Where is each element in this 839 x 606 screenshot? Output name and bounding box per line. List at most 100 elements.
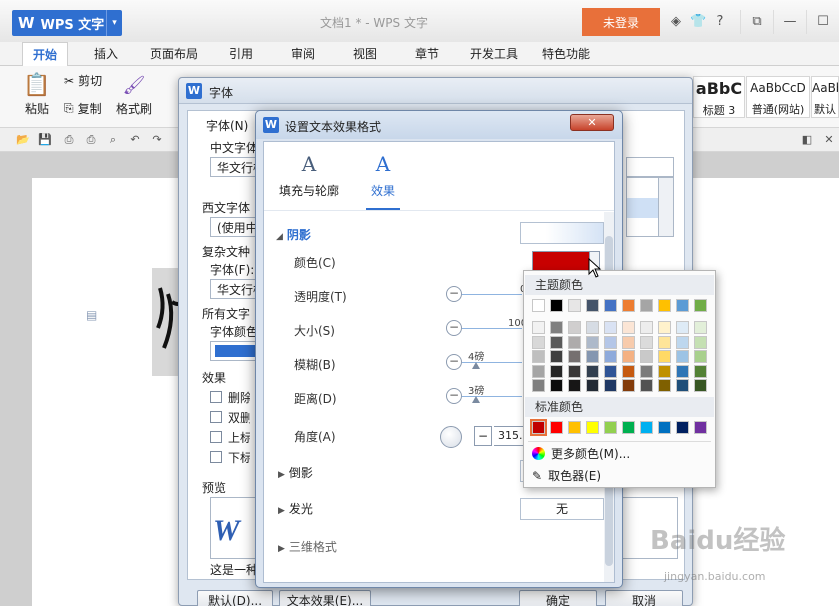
theme-shade-swatch[interactable] bbox=[586, 379, 599, 392]
theme-shade-swatch[interactable] bbox=[532, 364, 545, 378]
tab-insert[interactable]: 插入 bbox=[94, 42, 118, 66]
theme-shade-swatch[interactable] bbox=[676, 321, 689, 334]
theme-shade-swatch[interactable] bbox=[694, 335, 707, 349]
theme-shade-swatch[interactable] bbox=[622, 321, 635, 334]
transparency-slider[interactable] bbox=[462, 294, 522, 295]
default-button[interactable]: 默认(D)... bbox=[197, 590, 273, 606]
eyedropper-item[interactable]: ✎ 取色器(E) bbox=[532, 467, 601, 484]
glow-section-toggle[interactable]: ▶ 发光 bbox=[278, 500, 313, 517]
login-button[interactable]: 未登录 bbox=[582, 8, 660, 36]
transparency-minus-icon[interactable]: − bbox=[446, 286, 462, 302]
wps-app-menu-button[interactable]: W WPS 文字 ▾ bbox=[12, 10, 122, 36]
subscript-checkbox[interactable] bbox=[210, 451, 222, 463]
tab-page-layout[interactable]: 页面布局 bbox=[150, 42, 198, 66]
theme-shade-swatch[interactable] bbox=[550, 335, 563, 349]
complex-font-select[interactable]: 华文行楷 bbox=[210, 279, 260, 299]
theme-shade-swatch[interactable] bbox=[640, 379, 653, 392]
western-font-select[interactable]: (使用中 bbox=[210, 217, 260, 237]
theme-shade-swatch[interactable] bbox=[532, 379, 545, 392]
theme-color-swatch[interactable] bbox=[568, 299, 581, 312]
theme-shade-swatch[interactable] bbox=[586, 364, 599, 378]
theme-shade-swatch[interactable] bbox=[604, 321, 617, 334]
theme-shade-swatch[interactable] bbox=[532, 321, 545, 334]
angle-decrease-button[interactable]: − bbox=[474, 426, 492, 446]
theme-shade-swatch[interactable] bbox=[658, 321, 671, 334]
glow-select[interactable]: 无 bbox=[520, 498, 604, 520]
standard-color-swatch[interactable] bbox=[694, 421, 707, 434]
print-icon[interactable]: ⎙ bbox=[84, 133, 98, 147]
font-size-input[interactable] bbox=[626, 157, 674, 177]
theme-shade-swatch[interactable] bbox=[586, 321, 599, 334]
theme-shade-swatch[interactable] bbox=[640, 321, 653, 334]
theme-shade-swatch[interactable] bbox=[658, 379, 671, 392]
standard-color-swatch[interactable] bbox=[604, 421, 617, 434]
theme-color-swatch[interactable] bbox=[694, 299, 707, 312]
help-icon[interactable]: ? bbox=[712, 14, 728, 30]
panel-toggle-icon[interactable]: ◧ bbox=[800, 133, 814, 147]
theme-shade-swatch[interactable] bbox=[640, 335, 653, 349]
theme-color-swatch[interactable] bbox=[532, 299, 545, 312]
theme-color-swatch[interactable] bbox=[676, 299, 689, 312]
shadow-color-button[interactable] bbox=[532, 251, 590, 271]
theme-shade-swatch[interactable] bbox=[586, 335, 599, 349]
shadow-preset-select[interactable] bbox=[520, 222, 604, 244]
theme-color-swatch[interactable] bbox=[622, 299, 635, 312]
theme-shade-swatch[interactable] bbox=[694, 379, 707, 392]
theme-shade-swatch[interactable] bbox=[640, 350, 653, 363]
theme-color-swatch[interactable] bbox=[604, 299, 617, 312]
reflection-section-toggle[interactable]: ▶ 倒影 bbox=[278, 464, 313, 481]
font-color-select[interactable] bbox=[210, 341, 260, 361]
font-size-scrollbar[interactable] bbox=[658, 177, 674, 237]
more-colors-item[interactable]: 更多颜色(M)... bbox=[532, 445, 630, 462]
format-painter-button[interactable]: 🖌 格式刷 bbox=[114, 72, 154, 117]
style-normal-web[interactable]: AaBbCcD 普通(网站) bbox=[746, 76, 810, 118]
theme-shade-swatch[interactable] bbox=[550, 379, 563, 392]
cut-button[interactable]: ✂ 剪切 bbox=[64, 72, 102, 89]
undo-icon[interactable]: ↶ bbox=[128, 133, 142, 147]
theme-shade-swatch[interactable] bbox=[550, 350, 563, 363]
theme-shade-swatch[interactable] bbox=[532, 350, 545, 363]
theme-shade-swatch[interactable] bbox=[622, 350, 635, 363]
theme-shade-swatch[interactable] bbox=[694, 364, 707, 378]
double-strikethrough-checkbox[interactable] bbox=[210, 411, 222, 423]
theme-shade-swatch[interactable] bbox=[604, 364, 617, 378]
theme-shade-swatch[interactable] bbox=[568, 379, 581, 392]
theme-shade-swatch[interactable] bbox=[532, 335, 545, 349]
tab-special-features[interactable]: 特色功能 bbox=[542, 42, 590, 66]
panel-close-icon[interactable]: ✕ bbox=[822, 133, 836, 147]
maximize-icon[interactable]: ☐ bbox=[806, 10, 839, 34]
copy-button[interactable]: ⎘ 复制 bbox=[64, 100, 102, 117]
shadow-section-toggle[interactable]: ◢ 阴影 bbox=[276, 226, 311, 243]
angle-dial[interactable] bbox=[440, 426, 462, 448]
shirt-icon[interactable]: 👕 bbox=[690, 14, 706, 30]
print-preview-icon[interactable]: ⌕ bbox=[106, 133, 120, 147]
style-heading3[interactable]: aBbC 标题 3 bbox=[693, 76, 745, 118]
superscript-checkbox[interactable] bbox=[210, 431, 222, 443]
blur-slider-thumb[interactable] bbox=[472, 362, 480, 369]
paste-button[interactable]: 📋 粘贴 bbox=[20, 72, 54, 117]
theme-shade-swatch[interactable] bbox=[622, 335, 635, 349]
blur-minus-icon[interactable]: − bbox=[446, 354, 462, 370]
redo-icon[interactable]: ↷ bbox=[150, 133, 164, 147]
theme-shade-swatch[interactable] bbox=[622, 364, 635, 378]
theme-shade-swatch[interactable] bbox=[658, 350, 671, 363]
strikethrough-checkbox[interactable] bbox=[210, 391, 222, 403]
cancel-button[interactable]: 取消 bbox=[605, 590, 683, 606]
chevron-down-icon[interactable]: ▾ bbox=[106, 10, 122, 36]
theme-shade-swatch[interactable] bbox=[676, 364, 689, 378]
tab-view[interactable]: 视图 bbox=[353, 42, 377, 66]
tab-review[interactable]: 审阅 bbox=[291, 42, 315, 66]
standard-color-swatch[interactable] bbox=[550, 421, 563, 434]
close-icon[interactable]: ✕ bbox=[570, 114, 614, 131]
tab-home[interactable]: 开始 bbox=[22, 42, 69, 67]
theme-shade-swatch[interactable] bbox=[658, 364, 671, 378]
save-icon[interactable]: 💾 bbox=[38, 133, 52, 147]
restore-window-icon[interactable]: ⧉ bbox=[740, 10, 773, 34]
standard-color-swatch[interactable] bbox=[568, 421, 581, 434]
theme-shade-swatch[interactable] bbox=[550, 321, 563, 334]
paragraph-icon[interactable]: ▤ bbox=[86, 308, 97, 322]
tab-fill-outline[interactable]: A 填充与轮廓 bbox=[276, 152, 342, 199]
theme-shade-swatch[interactable] bbox=[622, 379, 635, 392]
standard-color-swatch[interactable] bbox=[658, 421, 671, 434]
theme-shade-swatch[interactable] bbox=[586, 350, 599, 363]
